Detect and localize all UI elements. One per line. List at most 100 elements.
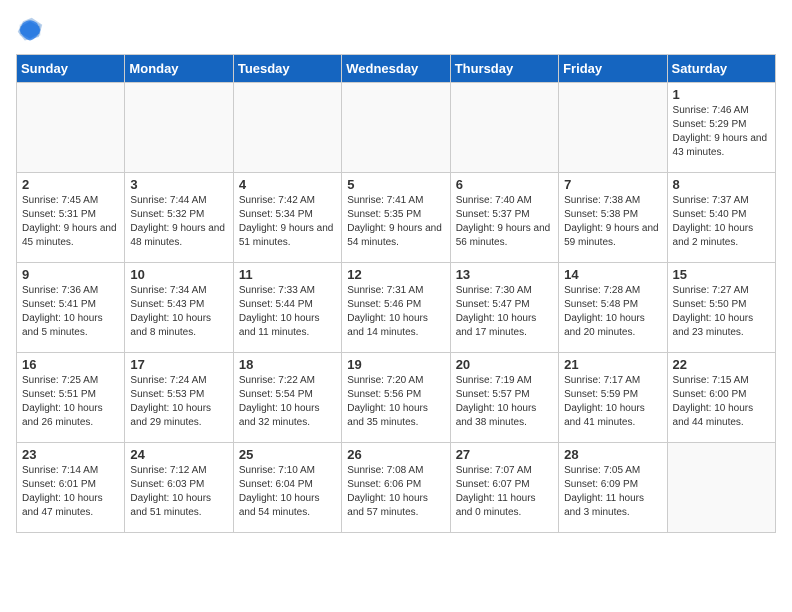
day-number: 22 [673,357,770,372]
week-row-2: 2Sunrise: 7:45 AM Sunset: 5:31 PM Daylig… [17,173,776,263]
week-row-5: 23Sunrise: 7:14 AM Sunset: 6:01 PM Dayli… [17,443,776,533]
week-row-3: 9 Sunrise: 7:36 AM Sunset: 5:41 PM Daylig… [17,263,776,353]
day-info: Sunrise: 7:27 AM Sunset: 5:50 PM Dayligh… [673,284,770,340]
week-row-1: 1 Sunrise: 7:46 AM Sunset: 5:29 PM Daylig… [17,83,776,173]
cell-w4-d2: 17 Sunrise: 7:24 AM Sunset: 5:53 PM Dayli… [125,353,233,443]
day-number: 18 [239,357,336,372]
day-info: Sunrise: 7:34 AM Sunset: 5:43 PM Dayligh… [130,284,227,340]
header [16,16,776,44]
day-info: Sunrise: 7:33 AM Sunset: 5:44 PM Dayligh… [239,284,336,340]
cell-w3-d2: 10 Sunrise: 7:34 AM Sunset: 5:43 PM Dayli… [125,263,233,353]
logo-icon [16,16,44,44]
cell-w2-d3: 4Sunrise: 7:42 AM Sunset: 5:34 PM Daylig… [233,173,341,263]
cell-w2-d6: 7 Sunrise: 7:38 AM Sunset: 5:38 PM Daylig… [559,173,667,263]
cell-w5-d3: 25 Sunrise: 7:10 AM Sunset: 6:04 PM Dayli… [233,443,341,533]
cell-w4-d7: 22 Sunrise: 7:15 AM Sunset: 6:00 PM Dayli… [667,353,775,443]
day-info: Sunrise: 7:17 AM Sunset: 5:59 PM Dayligh… [564,374,661,430]
day-info: Sunrise: 7:14 AM Sunset: 6:01 PM Dayligh… [22,464,119,520]
day-number: 13 [456,267,553,282]
day-number: 20 [456,357,553,372]
cell-w1-d6 [559,83,667,173]
day-number: 15 [673,267,770,282]
col-thursday: Thursday [450,55,558,83]
cell-w3-d7: 15 Sunrise: 7:27 AM Sunset: 5:50 PM Dayli… [667,263,775,353]
cell-w3-d6: 14 Sunrise: 7:28 AM Sunset: 5:48 PM Dayli… [559,263,667,353]
day-info: Sunrise: 7:44 AM Sunset: 5:32 PM Dayligh… [130,194,227,250]
day-info: Sunrise: 7:08 AM Sunset: 6:06 PM Dayligh… [347,464,444,520]
day-info: Sunrise: 7:40 AM Sunset: 5:37 PM Dayligh… [456,194,553,250]
logo [16,16,48,44]
day-number: 28 [564,447,661,462]
day-number: 8 [673,177,770,192]
day-info: Sunrise: 7:20 AM Sunset: 5:56 PM Dayligh… [347,374,444,430]
day-info: Sunrise: 7:12 AM Sunset: 6:03 PM Dayligh… [130,464,227,520]
header-row: Sunday Monday Tuesday Wednesday Thursday… [17,55,776,83]
day-number: 10 [130,267,227,282]
day-info: Sunrise: 7:42 AM Sunset: 5:34 PM Dayligh… [239,194,336,250]
day-info: Sunrise: 7:37 AM Sunset: 5:40 PM Dayligh… [673,194,770,250]
col-saturday: Saturday [667,55,775,83]
cell-w3-d4: 12 Sunrise: 7:31 AM Sunset: 5:46 PM Dayli… [342,263,450,353]
day-info: Sunrise: 7:15 AM Sunset: 6:00 PM Dayligh… [673,374,770,430]
day-number: 6 [456,177,553,192]
day-number: 3 [130,177,227,192]
col-sunday: Sunday [17,55,125,83]
day-number: 26 [347,447,444,462]
cell-w3-d1: 9 Sunrise: 7:36 AM Sunset: 5:41 PM Daylig… [17,263,125,353]
day-number: 14 [564,267,661,282]
cell-w2-d5: 6 Sunrise: 7:40 AM Sunset: 5:37 PM Daylig… [450,173,558,263]
cell-w4-d4: 19 Sunrise: 7:20 AM Sunset: 5:56 PM Dayli… [342,353,450,443]
day-info: Sunrise: 7:24 AM Sunset: 5:53 PM Dayligh… [130,374,227,430]
day-info: Sunrise: 7:28 AM Sunset: 5:48 PM Dayligh… [564,284,661,340]
day-info: Sunrise: 7:38 AM Sunset: 5:38 PM Dayligh… [564,194,661,250]
day-number: 19 [347,357,444,372]
day-info: Sunrise: 7:22 AM Sunset: 5:54 PM Dayligh… [239,374,336,430]
col-monday: Monday [125,55,233,83]
cell-w1-d4 [342,83,450,173]
day-number: 5 [347,177,444,192]
day-number: 2 [22,177,119,192]
cell-w4-d6: 21 Sunrise: 7:17 AM Sunset: 5:59 PM Dayli… [559,353,667,443]
cell-w5-d1: 23Sunrise: 7:14 AM Sunset: 6:01 PM Dayli… [17,443,125,533]
cell-w2-d7: 8 Sunrise: 7:37 AM Sunset: 5:40 PM Daylig… [667,173,775,263]
cell-w5-d6: 28 Sunrise: 7:05 AM Sunset: 6:09 PM Dayli… [559,443,667,533]
col-friday: Friday [559,55,667,83]
day-info: Sunrise: 7:41 AM Sunset: 5:35 PM Dayligh… [347,194,444,250]
day-number: 17 [130,357,227,372]
day-number: 11 [239,267,336,282]
col-tuesday: Tuesday [233,55,341,83]
cell-w1-d2 [125,83,233,173]
cell-w5-d7 [667,443,775,533]
cell-w5-d5: 27Sunrise: 7:07 AM Sunset: 6:07 PM Dayli… [450,443,558,533]
cell-w1-d1 [17,83,125,173]
day-info: Sunrise: 7:19 AM Sunset: 5:57 PM Dayligh… [456,374,553,430]
calendar-table: Sunday Monday Tuesday Wednesday Thursday… [16,54,776,533]
day-info: Sunrise: 7:31 AM Sunset: 5:46 PM Dayligh… [347,284,444,340]
cell-w1-d3 [233,83,341,173]
day-number: 1 [673,87,770,102]
day-info: Sunrise: 7:10 AM Sunset: 6:04 PM Dayligh… [239,464,336,520]
cell-w2-d4: 5 Sunrise: 7:41 AM Sunset: 5:35 PM Daylig… [342,173,450,263]
day-number: 7 [564,177,661,192]
day-info: Sunrise: 7:25 AM Sunset: 5:51 PM Dayligh… [22,374,119,430]
cell-w3-d3: 11 Sunrise: 7:33 AM Sunset: 5:44 PM Dayli… [233,263,341,353]
cell-w3-d5: 13Sunrise: 7:30 AM Sunset: 5:47 PM Dayli… [450,263,558,353]
day-number: 9 [22,267,119,282]
day-info: Sunrise: 7:36 AM Sunset: 5:41 PM Dayligh… [22,284,119,340]
day-info: Sunrise: 7:05 AM Sunset: 6:09 PM Dayligh… [564,464,661,520]
day-info: Sunrise: 7:46 AM Sunset: 5:29 PM Dayligh… [673,104,770,160]
day-number: 16 [22,357,119,372]
cell-w2-d1: 2Sunrise: 7:45 AM Sunset: 5:31 PM Daylig… [17,173,125,263]
cell-w4-d1: 16 Sunrise: 7:25 AM Sunset: 5:51 PM Dayli… [17,353,125,443]
week-row-4: 16 Sunrise: 7:25 AM Sunset: 5:51 PM Dayli… [17,353,776,443]
day-number: 25 [239,447,336,462]
cell-w4-d3: 18 Sunrise: 7:22 AM Sunset: 5:54 PM Dayli… [233,353,341,443]
cell-w5-d4: 26 Sunrise: 7:08 AM Sunset: 6:06 PM Dayli… [342,443,450,533]
cell-w5-d2: 24Sunrise: 7:12 AM Sunset: 6:03 PM Dayli… [125,443,233,533]
col-wednesday: Wednesday [342,55,450,83]
day-number: 21 [564,357,661,372]
cell-w1-d5 [450,83,558,173]
cell-w1-d7: 1 Sunrise: 7:46 AM Sunset: 5:29 PM Daylig… [667,83,775,173]
day-number: 12 [347,267,444,282]
day-info: Sunrise: 7:07 AM Sunset: 6:07 PM Dayligh… [456,464,553,520]
